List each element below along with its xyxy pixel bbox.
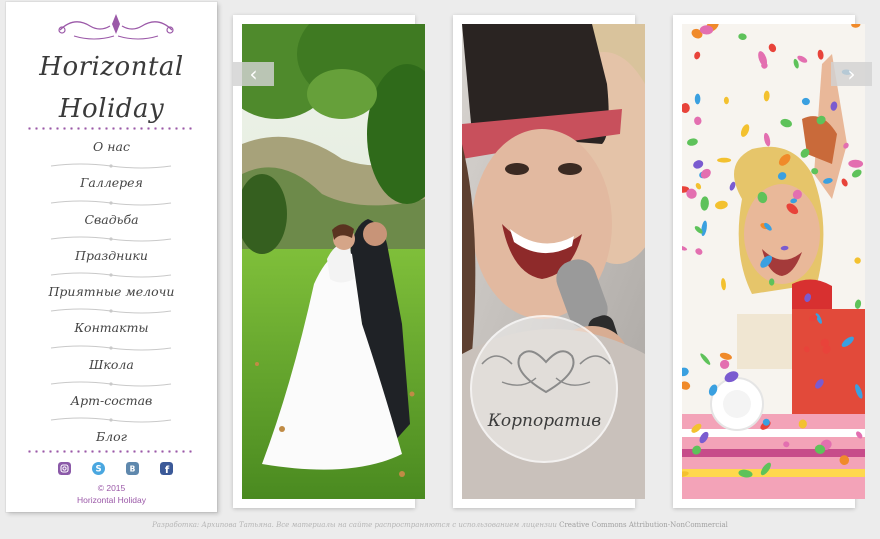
confetti-piece — [717, 157, 732, 163]
footer: Разработка: Архипова Татьяна. Все матери… — [0, 521, 880, 529]
menu-item-label: Праздники — [75, 247, 148, 263]
menu-item-label: Контакты — [74, 320, 149, 336]
ornament-divider-icon — [58, 14, 174, 40]
swirl-divider-icon — [50, 200, 172, 206]
menu-item-label: Галлерея — [80, 175, 143, 191]
caption-overlay — [470, 315, 618, 463]
gallery-card-party[interactable] — [673, 15, 865, 508]
wedding-photo — [242, 24, 425, 499]
dotted-divider — [26, 127, 196, 130]
social-links: S B f — [58, 462, 178, 476]
menu-item-label: Школа — [89, 356, 134, 372]
next-arrow-button[interactable]: › — [831, 62, 872, 86]
menu-item-label: О нас — [93, 139, 130, 154]
menu-item-about[interactable]: О нас — [6, 134, 217, 170]
svg-text:B: B — [130, 465, 136, 474]
gallery-card-corporate[interactable]: Корпоратив — [453, 15, 645, 508]
sidebar: Horizontal Holiday О нас Галлерея Свадьб… — [6, 2, 217, 512]
menu-item-label: Свадьба — [84, 211, 139, 227]
menu-item-school[interactable]: Школа — [6, 352, 217, 388]
swirl-divider-icon — [50, 163, 172, 169]
swirl-divider-icon — [50, 417, 172, 423]
menu-item-wedding[interactable]: Свадьба — [6, 207, 217, 243]
main-menu: О нас Галлерея Свадьба Праздники Приятны… — [6, 134, 217, 461]
swirl-divider-icon — [50, 308, 172, 314]
menu-item-art-team[interactable]: Арт-состав — [6, 388, 217, 424]
facebook-icon[interactable]: f — [160, 462, 173, 475]
menu-item-pleasant-trifles[interactable]: Приятные мелочи — [6, 279, 217, 315]
footer-text: Разработка: Архипова Татьяна. Все матери… — [152, 521, 557, 529]
menu-item-gallery[interactable]: Галлерея — [6, 170, 217, 206]
swirl-divider-icon — [50, 381, 172, 387]
logo-line-1: Horizontal — [39, 52, 184, 82]
swirl-divider-icon — [50, 272, 172, 278]
menu-item-contacts[interactable]: Контакты — [6, 315, 217, 351]
instagram-icon[interactable] — [58, 462, 71, 475]
heart-ornament-icon — [481, 350, 611, 394]
swirl-divider-icon — [50, 236, 172, 242]
vk-icon[interactable]: B — [126, 462, 139, 475]
gallery-card-wedding[interactable] — [233, 15, 425, 508]
menu-item-label: Приятные мелочи — [48, 284, 175, 300]
menu-item-label: Арт-состав — [70, 393, 153, 409]
party-photo — [682, 24, 865, 499]
menu-item-holidays[interactable]: Праздники — [6, 243, 217, 279]
license-link[interactable]: Creative Commons Attribution-NonCommerci… — [559, 521, 728, 529]
dotted-divider — [26, 450, 196, 453]
copyright-name: Horizontal Holiday — [77, 495, 146, 505]
prev-arrow-button[interactable]: ‹ — [233, 62, 274, 86]
swirl-divider-icon — [50, 345, 172, 351]
skype-icon[interactable]: S — [92, 462, 105, 475]
card-caption: Корпоратив — [487, 411, 602, 431]
chevron-right-icon: › — [847, 62, 856, 86]
svg-text:f: f — [165, 465, 170, 475]
menu-item-label: Блог — [96, 429, 127, 445]
copyright: © 2015 Horizontal Holiday — [6, 482, 217, 506]
menu-item-blog[interactable]: Блог — [6, 424, 217, 460]
copyright-year: © 2015 — [97, 483, 126, 493]
site-logo[interactable]: Horizontal Holiday — [6, 46, 217, 130]
svg-text:S: S — [95, 465, 101, 475]
logo-line-2: Holiday — [58, 94, 165, 124]
chevron-left-icon: ‹ — [249, 62, 258, 86]
